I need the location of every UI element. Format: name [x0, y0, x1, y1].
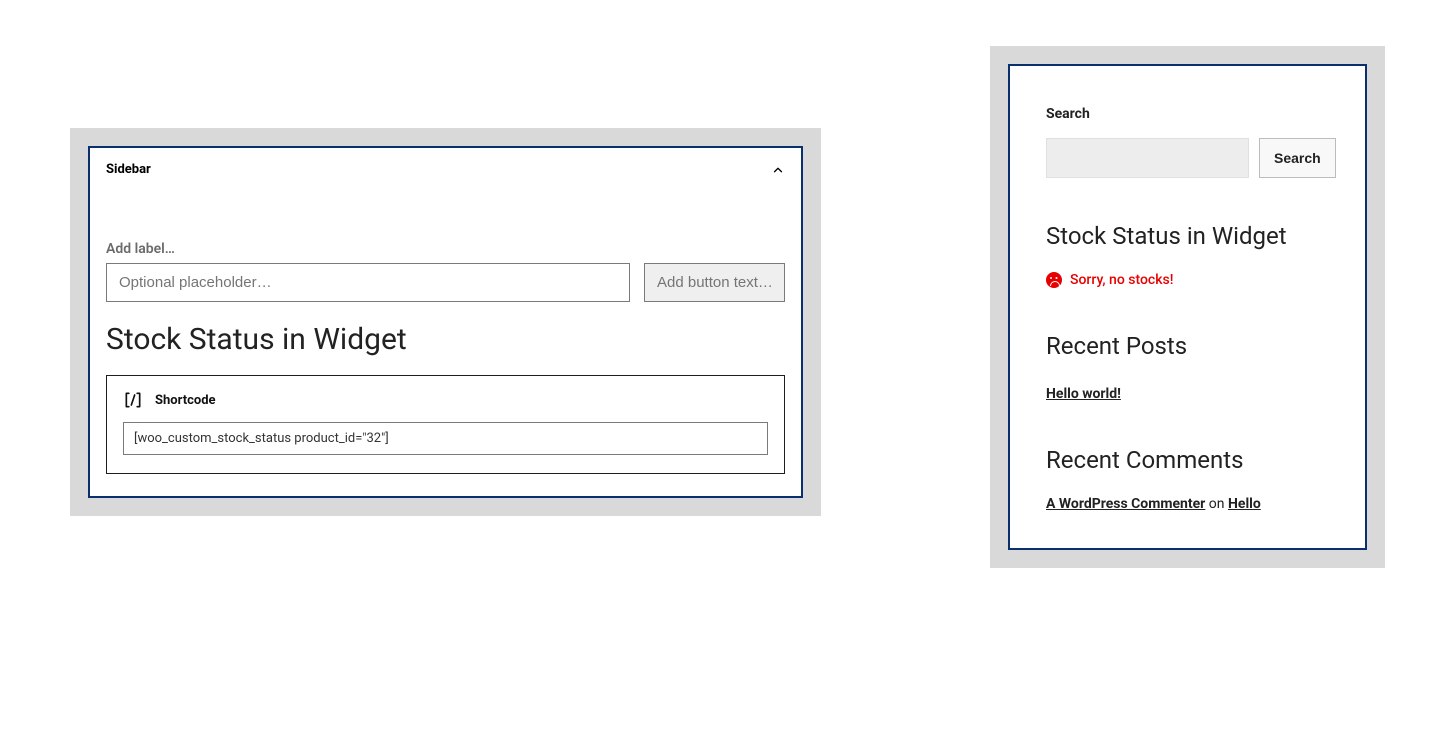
sidebar-widget-panel: Sidebar Add label… Stock Status in Widge…	[88, 146, 803, 498]
recent-posts-heading: Recent Posts	[1046, 330, 1329, 362]
stock-status-message: Sorry, no stocks!	[1046, 272, 1329, 288]
search-input[interactable]	[1046, 138, 1249, 178]
comment-post-link[interactable]: Hello	[1228, 496, 1261, 512]
button-text-input[interactable]	[644, 263, 785, 302]
recent-comments-widget: Recent Comments A WordPress Commenter on…	[1046, 444, 1329, 512]
search-row: Search	[1046, 138, 1329, 178]
recent-comments-heading: Recent Comments	[1046, 444, 1329, 476]
search-title: Search	[1046, 106, 1329, 122]
recent-post-link[interactable]: Hello world!	[1046, 386, 1121, 402]
placeholder-input[interactable]	[106, 263, 630, 302]
chevron-up-icon[interactable]	[771, 163, 785, 177]
recent-posts-widget: Recent Posts Hello world!	[1046, 330, 1329, 401]
comment-author-link[interactable]: A WordPress Commenter	[1046, 496, 1205, 512]
shortcode-block[interactable]: Shortcode	[106, 375, 785, 474]
stock-widget-heading[interactable]: Stock Status in Widget	[106, 322, 785, 357]
panel-title: Sidebar	[106, 162, 151, 177]
panel-header[interactable]: Sidebar	[90, 148, 801, 191]
recent-comment-item: A WordPress Commenter on Hello	[1046, 496, 1329, 512]
shortcode-header: Shortcode	[123, 390, 768, 410]
stock-status-text: Sorry, no stocks!	[1070, 272, 1173, 288]
widget-editor-container: Sidebar Add label… Stock Status in Widge…	[70, 128, 821, 516]
stock-widget-title: Stock Status in Widget	[1046, 220, 1329, 252]
comment-on-word: on	[1209, 496, 1225, 512]
frown-icon	[1046, 272, 1062, 288]
shortcode-input[interactable]	[123, 422, 768, 455]
search-widget: Search Search	[1046, 106, 1329, 178]
search-widget-fields	[106, 263, 785, 302]
search-button[interactable]: Search	[1259, 138, 1336, 178]
frontend-sidebar: Search Search Stock Status in Widget Sor…	[1008, 64, 1367, 550]
shortcode-label: Shortcode	[155, 393, 216, 408]
frontend-preview-container: Search Search Stock Status in Widget Sor…	[990, 46, 1385, 568]
panel-body: Add label… Stock Status in Widget Shortc	[90, 191, 801, 496]
stock-status-widget: Stock Status in Widget Sorry, no stocks!	[1046, 220, 1329, 288]
shortcode-icon	[123, 390, 143, 410]
add-label-text[interactable]: Add label…	[106, 241, 785, 257]
